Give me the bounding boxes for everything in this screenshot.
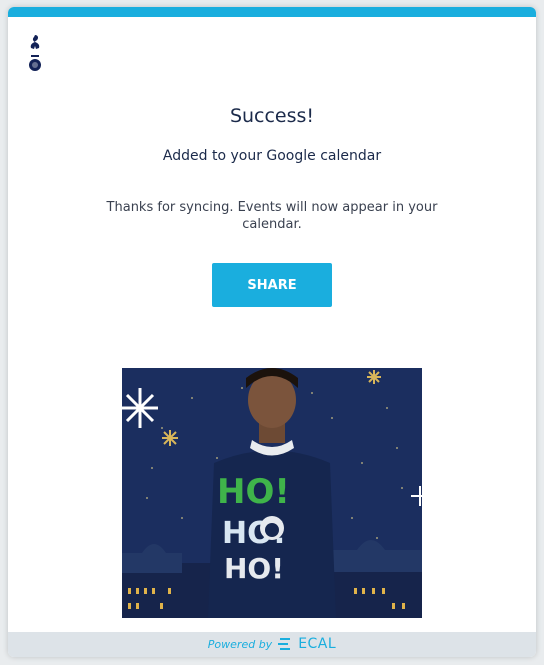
sync-message: Thanks for syncing. Events will now appe… bbox=[106, 200, 438, 232]
brand-name: ECAL bbox=[298, 636, 337, 652]
powered-by-label: Powered by bbox=[207, 637, 273, 651]
top-accent-bar bbox=[8, 7, 536, 17]
jumper-text: HO! bbox=[217, 472, 290, 512]
sync-success-card: Success! Added to your Google calendar T… bbox=[8, 7, 536, 657]
cockerel-crest-icon bbox=[29, 35, 41, 71]
share-button[interactable]: SHARE bbox=[212, 263, 332, 307]
subtitle: Added to your Google calendar bbox=[162, 148, 382, 164]
ecal-logo-icon bbox=[278, 638, 291, 650]
promo-image[interactable]: HO! HO! HO! bbox=[122, 368, 422, 618]
footer[interactable]: Powered by ECAL bbox=[8, 632, 536, 657]
page-title: Success! bbox=[229, 105, 315, 127]
jumper-text: HO! bbox=[224, 552, 284, 585]
